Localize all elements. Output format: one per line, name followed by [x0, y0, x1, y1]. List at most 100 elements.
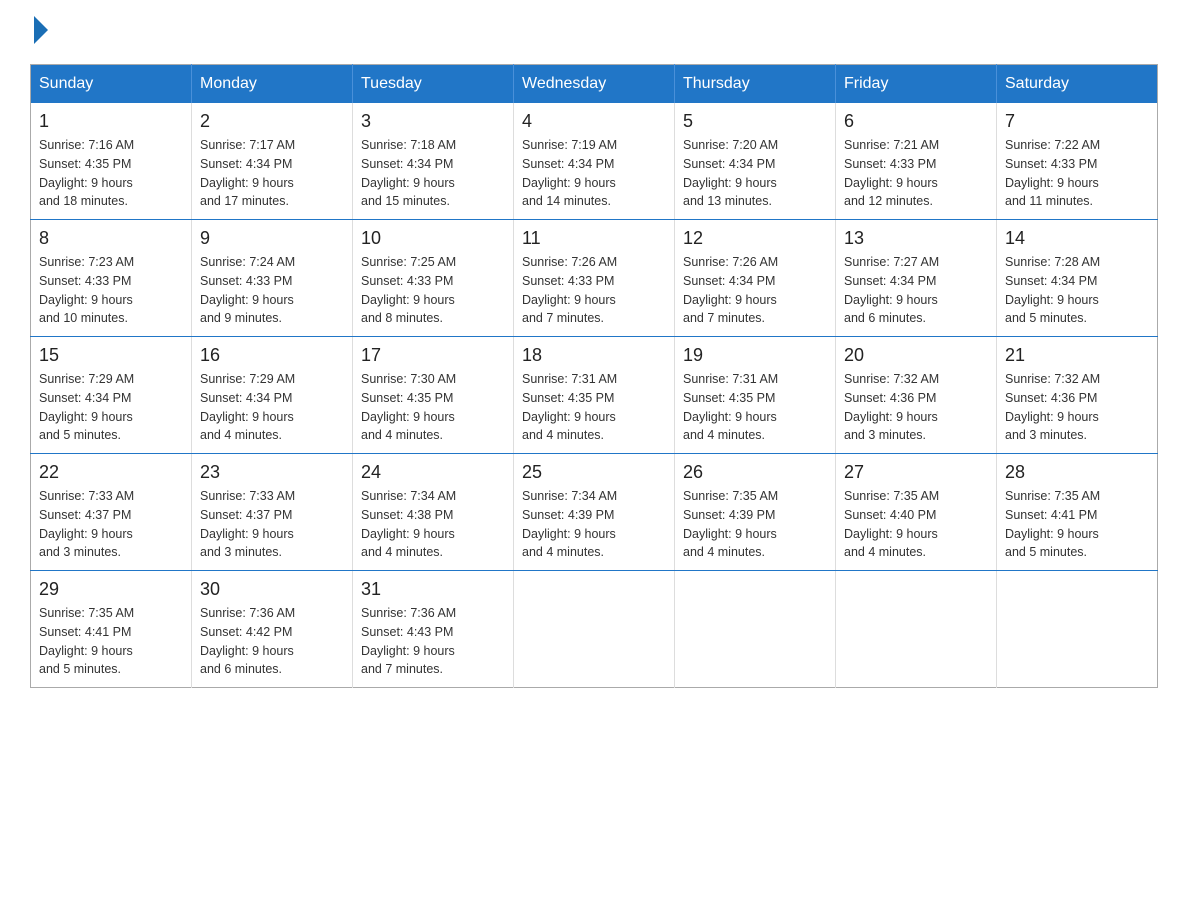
- day-info: Sunrise: 7:24 AMSunset: 4:33 PMDaylight:…: [200, 253, 344, 328]
- day-number: 20: [844, 345, 988, 366]
- day-info: Sunrise: 7:36 AMSunset: 4:42 PMDaylight:…: [200, 604, 344, 679]
- day-number: 8: [39, 228, 183, 249]
- calendar-cell: 26Sunrise: 7:35 AMSunset: 4:39 PMDayligh…: [675, 454, 836, 571]
- calendar-cell: 3Sunrise: 7:18 AMSunset: 4:34 PMDaylight…: [353, 103, 514, 220]
- calendar-cell: 22 Sunrise: 7:33 AMSunset: 4:37 PMDayligh…: [31, 454, 192, 571]
- day-number: 3: [361, 111, 505, 132]
- calendar-cell: 9 Sunrise: 7:24 AMSunset: 4:33 PMDaylight…: [192, 220, 353, 337]
- header-monday: Monday: [192, 65, 353, 104]
- calendar-cell: [675, 571, 836, 688]
- week-row-5: 29 Sunrise: 7:35 AMSunset: 4:41 PMDayligh…: [31, 571, 1158, 688]
- calendar-cell: 12 Sunrise: 7:26 AMSunset: 4:34 PMDayligh…: [675, 220, 836, 337]
- calendar-cell: 25 Sunrise: 7:34 AMSunset: 4:39 PMDayligh…: [514, 454, 675, 571]
- calendar-cell: 13 Sunrise: 7:27 AMSunset: 4:34 PMDayligh…: [836, 220, 997, 337]
- day-info: Sunrise: 7:21 AMSunset: 4:33 PMDaylight:…: [844, 136, 988, 211]
- day-info: Sunrise: 7:23 AMSunset: 4:33 PMDaylight:…: [39, 253, 183, 328]
- day-number: 10: [361, 228, 505, 249]
- day-number: 26: [683, 462, 827, 483]
- day-info: Sunrise: 7:35 AMSunset: 4:41 PMDaylight:…: [1005, 487, 1149, 562]
- day-number: 16: [200, 345, 344, 366]
- day-number: 30: [200, 579, 344, 600]
- calendar-cell: 18Sunrise: 7:31 AMSunset: 4:35 PMDayligh…: [514, 337, 675, 454]
- day-info: Sunrise: 7:32 AMSunset: 4:36 PMDaylight:…: [844, 370, 988, 445]
- day-info: Sunrise: 7:19 AMSunset: 4:34 PMDaylight:…: [522, 136, 666, 211]
- day-number: 12: [683, 228, 827, 249]
- header-row: SundayMondayTuesdayWednesdayThursdayFrid…: [31, 65, 1158, 104]
- week-row-3: 15Sunrise: 7:29 AMSunset: 4:34 PMDayligh…: [31, 337, 1158, 454]
- day-info: Sunrise: 7:20 AMSunset: 4:34 PMDaylight:…: [683, 136, 827, 211]
- calendar-cell: 24 Sunrise: 7:34 AMSunset: 4:38 PMDayligh…: [353, 454, 514, 571]
- calendar-cell: 2 Sunrise: 7:17 AMSunset: 4:34 PMDaylight…: [192, 103, 353, 220]
- calendar-cell: 6Sunrise: 7:21 AMSunset: 4:33 PMDaylight…: [836, 103, 997, 220]
- day-number: 7: [1005, 111, 1149, 132]
- day-number: 22: [39, 462, 183, 483]
- day-number: 28: [1005, 462, 1149, 483]
- day-number: 31: [361, 579, 505, 600]
- header-saturday: Saturday: [997, 65, 1158, 104]
- week-row-2: 8 Sunrise: 7:23 AMSunset: 4:33 PMDaylight…: [31, 220, 1158, 337]
- day-number: 29: [39, 579, 183, 600]
- day-info: Sunrise: 7:29 AMSunset: 4:34 PMDaylight:…: [39, 370, 183, 445]
- day-info: Sunrise: 7:34 AMSunset: 4:38 PMDaylight:…: [361, 487, 505, 562]
- day-number: 24: [361, 462, 505, 483]
- header-tuesday: Tuesday: [353, 65, 514, 104]
- week-row-1: 1Sunrise: 7:16 AMSunset: 4:35 PMDaylight…: [31, 103, 1158, 220]
- day-info: Sunrise: 7:28 AMSunset: 4:34 PMDaylight:…: [1005, 253, 1149, 328]
- day-number: 14: [1005, 228, 1149, 249]
- header-sunday: Sunday: [31, 65, 192, 104]
- header-thursday: Thursday: [675, 65, 836, 104]
- day-info: Sunrise: 7:29 AMSunset: 4:34 PMDaylight:…: [200, 370, 344, 445]
- day-number: 27: [844, 462, 988, 483]
- calendar-cell: 14 Sunrise: 7:28 AMSunset: 4:34 PMDayligh…: [997, 220, 1158, 337]
- day-info: Sunrise: 7:22 AMSunset: 4:33 PMDaylight:…: [1005, 136, 1149, 211]
- header-wednesday: Wednesday: [514, 65, 675, 104]
- day-number: 13: [844, 228, 988, 249]
- day-info: Sunrise: 7:34 AMSunset: 4:39 PMDaylight:…: [522, 487, 666, 562]
- header-friday: Friday: [836, 65, 997, 104]
- day-number: 21: [1005, 345, 1149, 366]
- day-number: 25: [522, 462, 666, 483]
- calendar-cell: 27 Sunrise: 7:35 AMSunset: 4:40 PMDayligh…: [836, 454, 997, 571]
- calendar-cell: 23 Sunrise: 7:33 AMSunset: 4:37 PMDayligh…: [192, 454, 353, 571]
- calendar-cell: 21 Sunrise: 7:32 AMSunset: 4:36 PMDayligh…: [997, 337, 1158, 454]
- day-number: 2: [200, 111, 344, 132]
- calendar-cell: 16 Sunrise: 7:29 AMSunset: 4:34 PMDayligh…: [192, 337, 353, 454]
- calendar-cell: 8 Sunrise: 7:23 AMSunset: 4:33 PMDaylight…: [31, 220, 192, 337]
- day-number: 5: [683, 111, 827, 132]
- calendar-cell: 10 Sunrise: 7:25 AMSunset: 4:33 PMDayligh…: [353, 220, 514, 337]
- week-row-4: 22 Sunrise: 7:33 AMSunset: 4:37 PMDayligh…: [31, 454, 1158, 571]
- day-info: Sunrise: 7:35 AMSunset: 4:41 PMDaylight:…: [39, 604, 183, 679]
- day-number: 17: [361, 345, 505, 366]
- day-info: Sunrise: 7:35 AMSunset: 4:40 PMDaylight:…: [844, 487, 988, 562]
- day-info: Sunrise: 7:30 AMSunset: 4:35 PMDaylight:…: [361, 370, 505, 445]
- calendar-cell: [836, 571, 997, 688]
- calendar-cell: 19 Sunrise: 7:31 AMSunset: 4:35 PMDayligh…: [675, 337, 836, 454]
- day-info: Sunrise: 7:31 AMSunset: 4:35 PMDaylight:…: [522, 370, 666, 445]
- day-info: Sunrise: 7:16 AMSunset: 4:35 PMDaylight:…: [39, 136, 183, 211]
- day-info: Sunrise: 7:32 AMSunset: 4:36 PMDaylight:…: [1005, 370, 1149, 445]
- day-info: Sunrise: 7:27 AMSunset: 4:34 PMDaylight:…: [844, 253, 988, 328]
- calendar-cell: 5 Sunrise: 7:20 AMSunset: 4:34 PMDaylight…: [675, 103, 836, 220]
- logo: [30, 20, 48, 44]
- day-info: Sunrise: 7:33 AMSunset: 4:37 PMDaylight:…: [200, 487, 344, 562]
- calendar-cell: 30 Sunrise: 7:36 AMSunset: 4:42 PMDayligh…: [192, 571, 353, 688]
- logo-triangle-icon: [34, 16, 48, 44]
- calendar-header: SundayMondayTuesdayWednesdayThursdayFrid…: [31, 65, 1158, 104]
- calendar-cell: [997, 571, 1158, 688]
- calendar-cell: 31 Sunrise: 7:36 AMSunset: 4:43 PMDayligh…: [353, 571, 514, 688]
- day-info: Sunrise: 7:25 AMSunset: 4:33 PMDaylight:…: [361, 253, 505, 328]
- day-info: Sunrise: 7:31 AMSunset: 4:35 PMDaylight:…: [683, 370, 827, 445]
- calendar-cell: 7 Sunrise: 7:22 AMSunset: 4:33 PMDaylight…: [997, 103, 1158, 220]
- day-info: Sunrise: 7:36 AMSunset: 4:43 PMDaylight:…: [361, 604, 505, 679]
- day-info: Sunrise: 7:17 AMSunset: 4:34 PMDaylight:…: [200, 136, 344, 211]
- day-info: Sunrise: 7:26 AMSunset: 4:33 PMDaylight:…: [522, 253, 666, 328]
- calendar-body: 1Sunrise: 7:16 AMSunset: 4:35 PMDaylight…: [31, 103, 1158, 688]
- day-number: 11: [522, 228, 666, 249]
- day-number: 19: [683, 345, 827, 366]
- day-info: Sunrise: 7:26 AMSunset: 4:34 PMDaylight:…: [683, 253, 827, 328]
- day-info: Sunrise: 7:33 AMSunset: 4:37 PMDaylight:…: [39, 487, 183, 562]
- day-number: 9: [200, 228, 344, 249]
- page-header: [30, 20, 1158, 44]
- logo-top: [30, 20, 48, 44]
- day-number: 23: [200, 462, 344, 483]
